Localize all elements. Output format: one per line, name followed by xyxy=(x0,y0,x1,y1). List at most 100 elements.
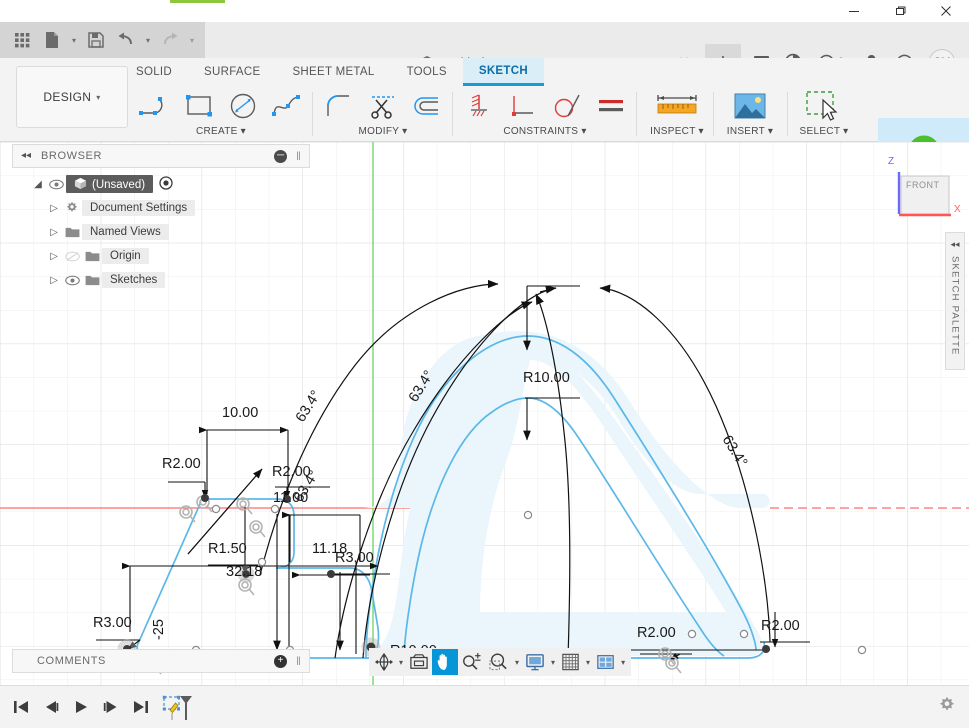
sketch-palette-collapse-icon[interactable]: ◂◂ xyxy=(950,239,959,250)
fillet-tool-icon[interactable] xyxy=(318,86,360,126)
tab-sketch[interactable]: SKETCH xyxy=(462,58,544,86)
select-tool-icon[interactable] xyxy=(793,86,855,126)
view-cube-face-label[interactable]: FRONT xyxy=(906,180,940,190)
tab-sheet-metal[interactable]: SHEET METAL xyxy=(276,58,390,86)
zoom-icon[interactable] xyxy=(458,649,485,675)
line-tool-icon[interactable] xyxy=(134,86,176,126)
view-cube[interactable]: Z X xyxy=(888,156,965,233)
new-document-caret[interactable]: ▾ xyxy=(68,26,80,54)
sketch-palette-tab[interactable]: ◂◂ SKETCH PALETTE xyxy=(945,232,965,370)
undo-icon[interactable] xyxy=(112,26,140,54)
close-button[interactable] xyxy=(923,0,969,22)
dimension-text[interactable]: R2.00 xyxy=(162,456,201,472)
display-settings-icon[interactable] xyxy=(522,649,548,675)
step-back-icon[interactable] xyxy=(40,694,62,720)
insert-image-icon[interactable] xyxy=(719,86,781,126)
expand-triangle-icon[interactable]: ◢ xyxy=(30,179,46,190)
redo-caret[interactable]: ▾ xyxy=(186,26,198,54)
tab-solid[interactable]: SOLID xyxy=(120,58,188,86)
tree-label-document-settings[interactable]: Document Settings xyxy=(82,200,196,216)
dimension-text[interactable]: R2.00 xyxy=(761,618,800,634)
tangent-constraint-icon[interactable] xyxy=(546,86,588,126)
expand-triangle-icon[interactable]: ▷ xyxy=(46,227,62,238)
tree-item-origin[interactable]: ▷ Origin xyxy=(46,244,260,268)
tree-item-unsaved[interactable]: ◢ (Unsaved) xyxy=(30,172,260,196)
comments-grip-icon[interactable]: ‖ xyxy=(296,654,301,668)
dimension-text[interactable]: R3.00 xyxy=(93,615,132,631)
maximize-button[interactable] xyxy=(877,0,923,22)
perpendicular-constraint-icon[interactable] xyxy=(502,86,544,126)
create-panel: CREATE ▾ xyxy=(134,86,308,141)
grid-snaps-caret-icon[interactable]: ▾ xyxy=(583,658,593,667)
undo-caret[interactable]: ▾ xyxy=(142,26,154,54)
spline-tool-icon[interactable] xyxy=(266,86,308,126)
parallel-constraint-icon[interactable] xyxy=(590,86,632,126)
pan-icon[interactable] xyxy=(432,649,459,675)
measure-tool-icon[interactable] xyxy=(642,86,712,126)
dimension-text[interactable]: R10.00 xyxy=(523,370,570,386)
tab-tools[interactable]: TOOLS xyxy=(391,58,463,86)
expand-triangle-icon[interactable]: ▷ xyxy=(46,251,62,262)
trim-tool-icon[interactable] xyxy=(362,86,404,126)
expand-triangle-icon[interactable]: ▷ xyxy=(46,203,62,214)
dimension-text[interactable]: R3.00 xyxy=(335,550,374,566)
constraints-panel-label[interactable]: CONSTRAINTS ▾ xyxy=(503,126,586,141)
tree-label-origin[interactable]: Origin xyxy=(102,248,149,264)
visibility-off-icon[interactable] xyxy=(62,251,82,262)
workspace-switcher[interactable]: DESIGN ▾ xyxy=(16,66,128,128)
rectangle-tool-icon[interactable] xyxy=(178,86,220,126)
select-panel-label[interactable]: SELECT ▾ xyxy=(800,126,849,141)
visibility-eye-icon[interactable] xyxy=(46,179,66,190)
apps-grid-icon[interactable] xyxy=(8,26,36,54)
fix-constraint-icon[interactable] xyxy=(458,86,500,126)
tree-item-named-views[interactable]: ▷ Named Views xyxy=(46,220,260,244)
grid-snaps-icon[interactable] xyxy=(558,649,583,675)
display-settings-caret-icon[interactable]: ▾ xyxy=(548,658,558,667)
dimension-text[interactable]: R1.50 xyxy=(208,541,247,557)
modify-panel-label[interactable]: MODIFY ▾ xyxy=(359,126,408,141)
dimension-text[interactable]: -25 xyxy=(151,619,167,640)
zoom-window-caret-icon[interactable]: ▾ xyxy=(512,658,522,667)
browser-tree: ◢ (Unsaved) ▷ Document Settings ▷ Named … xyxy=(30,172,260,292)
orbit-caret-icon[interactable]: ▾ xyxy=(396,658,406,667)
tab-surface[interactable]: SURFACE xyxy=(188,58,276,86)
step-forward-icon[interactable] xyxy=(100,694,122,720)
go-to-beginning-icon[interactable] xyxy=(10,694,32,720)
tree-label-named-views[interactable]: Named Views xyxy=(82,224,169,240)
orbit-icon[interactable] xyxy=(372,649,396,675)
visibility-eye-icon[interactable] xyxy=(62,275,82,286)
dimension-text[interactable]: 10.00 xyxy=(222,405,258,421)
expand-triangle-icon[interactable]: ▷ xyxy=(46,275,62,286)
zoom-window-icon[interactable] xyxy=(485,649,512,675)
tree-label-unsaved[interactable]: (Unsaved) xyxy=(66,175,154,193)
axis-x-label: X xyxy=(954,204,961,215)
save-icon[interactable] xyxy=(82,26,110,54)
activate-component-icon[interactable] xyxy=(159,175,173,193)
offset-tool-icon[interactable] xyxy=(406,86,448,126)
look-at-icon[interactable] xyxy=(406,649,432,675)
go-to-end-icon[interactable] xyxy=(130,694,152,720)
comments-title: COMMENTS xyxy=(37,655,106,667)
viewports-icon[interactable] xyxy=(593,649,618,675)
tree-label-sketches[interactable]: Sketches xyxy=(102,272,166,288)
create-panel-label[interactable]: CREATE ▾ xyxy=(196,126,246,141)
insert-panel-label[interactable]: INSERT ▾ xyxy=(727,126,774,141)
browser-minimize-icon[interactable]: ─ xyxy=(274,150,287,163)
play-icon[interactable] xyxy=(70,694,92,720)
minimize-button[interactable] xyxy=(831,0,877,22)
folder-icon xyxy=(82,274,102,286)
browser-collapse-icon[interactable]: ◂◂ xyxy=(21,150,31,161)
viewports-caret-icon[interactable]: ▾ xyxy=(618,658,628,667)
add-comment-icon[interactable]: + xyxy=(274,655,287,668)
browser-grip-icon[interactable]: ‖ xyxy=(296,149,301,163)
redo-icon[interactable] xyxy=(156,26,184,54)
dimension-text[interactable]: 32.18 xyxy=(226,564,262,580)
tree-item-sketches[interactable]: ▷ Sketches xyxy=(46,268,260,292)
sketch-feature-icon[interactable] xyxy=(160,694,194,720)
new-document-icon[interactable] xyxy=(38,26,66,54)
inspect-panel-label[interactable]: INSPECT ▾ xyxy=(650,126,704,141)
circle-tool-icon[interactable] xyxy=(222,86,264,126)
settings-gear-icon[interactable] xyxy=(937,696,957,721)
dimension-text[interactable]: R2.00 xyxy=(637,625,676,641)
tree-item-document-settings[interactable]: ▷ Document Settings xyxy=(46,196,260,220)
